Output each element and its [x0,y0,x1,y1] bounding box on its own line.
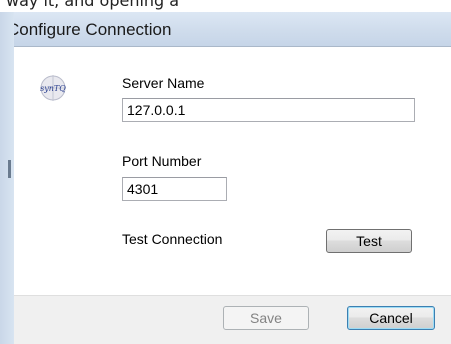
dialog-title: Configure Connection [7,20,172,39]
background-window-text: way it, and opening a [6,0,180,10]
cancel-button[interactable]: Cancel [347,306,435,330]
test-button[interactable]: Test [326,229,412,253]
test-connection-label: Test Connection [122,231,223,247]
port-number-value: 4301 [127,181,159,197]
window-frame-edge [8,160,11,178]
dialog-client-area [14,47,451,295]
port-number-input[interactable]: 4301 [122,177,227,201]
port-number-label: Port Number [122,153,202,169]
window-frame-left [0,12,14,344]
server-name-value: 127.0.0.1 [127,102,186,118]
logo-text: synTQ [40,84,66,93]
server-name-input[interactable]: 127.0.0.1 [122,98,415,122]
server-name-label: Server Name [122,75,205,91]
syntq-logo: synTQ [40,75,66,101]
save-button[interactable]: Save [223,306,309,330]
